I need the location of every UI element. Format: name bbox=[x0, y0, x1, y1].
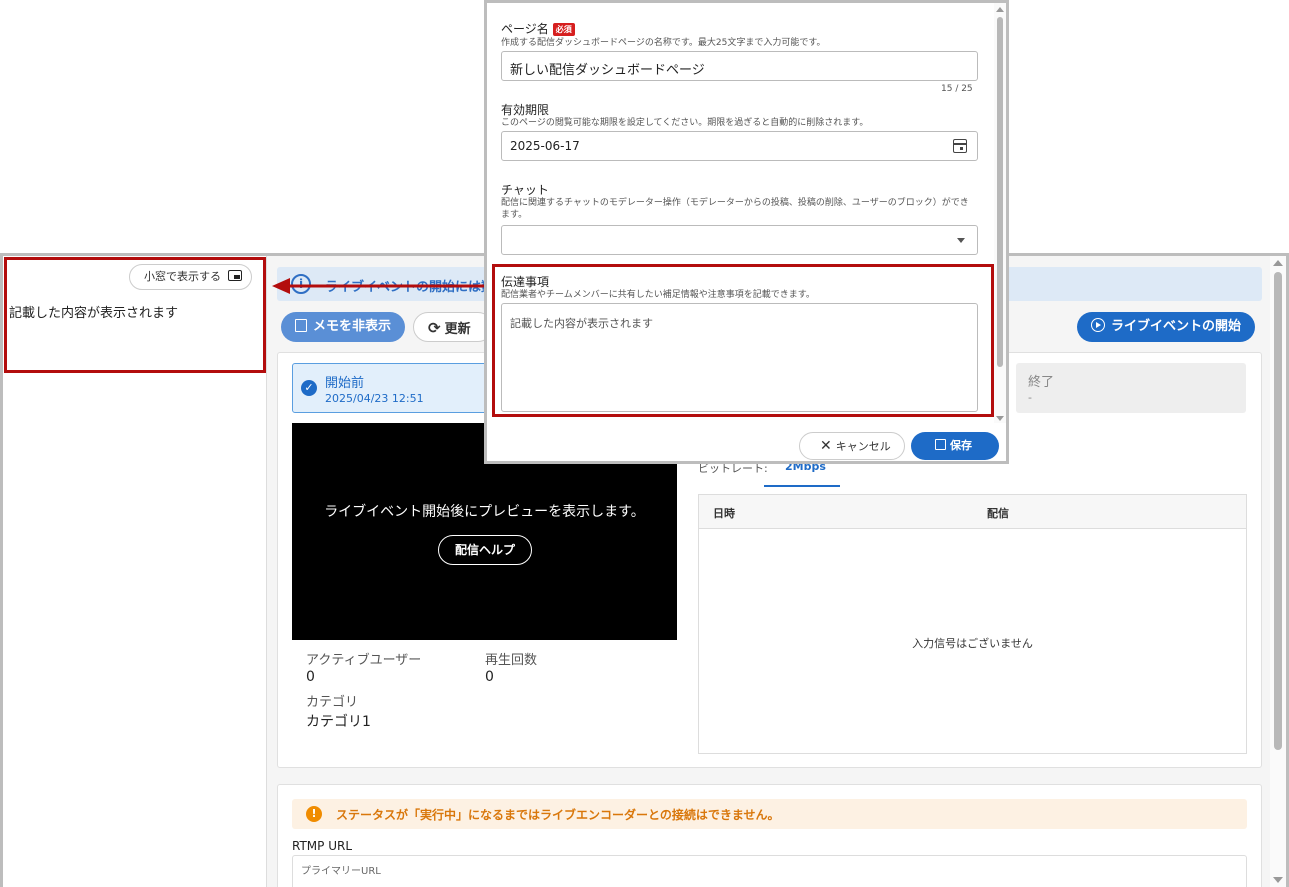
highlight-notes-field bbox=[492, 264, 994, 417]
check-circle-icon: ✓ bbox=[301, 380, 317, 396]
play-count-label: 再生回数 bbox=[485, 653, 538, 668]
signal-table: 日時 配信 入力信号はございません bbox=[698, 494, 1247, 754]
save-button[interactable]: 保存 bbox=[911, 432, 999, 460]
category-label: カテゴリ bbox=[306, 695, 359, 710]
step-title: 開始前 bbox=[325, 376, 365, 391]
page-name-value: 新しい配信ダッシュボードページ bbox=[510, 63, 705, 78]
info-icon: i bbox=[291, 274, 311, 294]
warning-icon: ! bbox=[306, 806, 322, 822]
table-header: 日時 配信 bbox=[699, 495, 1246, 529]
encoder-card: ! ステータスが「実行中」になるまではライブエンコーダーとの接続はできません。 … bbox=[277, 784, 1262, 887]
page-name-desc: 作成する配信ダッシュボードページの名称です。最大25文字まで入力可能です。 bbox=[501, 38, 826, 48]
start-live-button[interactable]: ライブイベントの開始 bbox=[1077, 312, 1255, 342]
close-icon: ✕ bbox=[820, 438, 832, 454]
refresh-button[interactable]: ⟳ 更新 bbox=[413, 312, 493, 342]
table-empty-text: 入力信号はございません bbox=[912, 637, 1033, 650]
expiry-label: 有効期限 bbox=[501, 103, 550, 117]
required-badge: 必須 bbox=[552, 23, 575, 36]
scroll-up-icon[interactable] bbox=[1273, 260, 1283, 266]
hide-memo-label: メモを非表示 bbox=[313, 319, 392, 334]
cancel-label: キャンセル bbox=[835, 440, 891, 453]
scroll-up-icon[interactable] bbox=[996, 7, 1004, 12]
active-users-label: アクティブユーザー bbox=[306, 653, 422, 668]
preview-message: ライブイベント開始後にプレビューを表示します。 bbox=[324, 504, 645, 520]
hide-memo-button[interactable]: メモを非表示 bbox=[281, 312, 405, 342]
highlight-popout-memo bbox=[4, 257, 266, 373]
memo-icon bbox=[295, 319, 307, 332]
col-stream: 配信 bbox=[987, 507, 1009, 520]
scroll-down-icon[interactable] bbox=[1273, 877, 1283, 883]
active-users-value: 0 bbox=[306, 669, 315, 685]
modal-scrollbar[interactable] bbox=[994, 3, 1006, 423]
floppy-disk-icon bbox=[935, 439, 946, 450]
rtmp-title: RTMP URL bbox=[292, 839, 353, 853]
rtmp-primary-label: プライマリーURL bbox=[301, 866, 381, 877]
chevron-down-icon bbox=[957, 238, 965, 243]
page-name-input[interactable]: 新しい配信ダッシュボードページ bbox=[501, 51, 978, 81]
step-date: - bbox=[1028, 391, 1032, 404]
warning-banner: ! ステータスが「実行中」になるまではライブエンコーダーとの接続はできません。 bbox=[292, 799, 1247, 829]
expiry-date-input[interactable]: 2025-06-17 bbox=[501, 131, 978, 161]
refresh-label: 更新 bbox=[444, 322, 471, 337]
col-datetime: 日時 bbox=[713, 507, 735, 520]
calendar-icon[interactable] bbox=[953, 139, 967, 153]
warning-text: ステータスが「実行中」になるまではライブエンコーダーとの接続はできません。 bbox=[336, 808, 780, 822]
expiry-desc: このページの閲覧可能な期限を設定してください。期限を過ぎると自動的に削除されます… bbox=[501, 118, 869, 128]
page-name-label: ページ名 必須 bbox=[501, 20, 575, 37]
step-title: 終了 bbox=[1028, 375, 1055, 390]
bitrate-tab-indicator bbox=[764, 485, 840, 487]
page-name-counter: 15 / 25 bbox=[941, 84, 973, 94]
step-ended: 終了 - bbox=[1016, 363, 1246, 413]
refresh-icon: ⟳ bbox=[428, 319, 441, 337]
play-circle-icon bbox=[1091, 318, 1105, 332]
save-label: 保存 bbox=[950, 439, 972, 452]
chat-desc: 配信に関連するチャットのモデレーター操作（モデレーターからの投稿、投稿の削除、ユ… bbox=[501, 198, 969, 220]
rtmp-primary-box: プライマリーURL bbox=[292, 855, 1247, 887]
step-before-start: ✓ 開始前 2025/04/23 12:51 bbox=[292, 363, 492, 413]
scrollbar-thumb[interactable] bbox=[997, 17, 1003, 367]
start-live-label: ライブイベントの開始 bbox=[1111, 319, 1242, 334]
step-date: 2025/04/23 12:51 bbox=[325, 392, 424, 405]
chat-select[interactable] bbox=[501, 225, 978, 255]
category-value: カテゴリ1 bbox=[306, 714, 371, 730]
chat-label: チャット bbox=[501, 183, 549, 197]
main-scrollbar[interactable] bbox=[1270, 256, 1286, 887]
play-count-value: 0 bbox=[485, 669, 494, 685]
cancel-button[interactable]: ✕ キャンセル bbox=[799, 432, 905, 460]
expiry-date-value: 2025-06-17 bbox=[510, 139, 580, 153]
scrollbar-thumb[interactable] bbox=[1274, 272, 1282, 750]
scroll-down-icon[interactable] bbox=[996, 416, 1004, 421]
stream-help-button[interactable]: 配信ヘルプ bbox=[438, 535, 532, 565]
info-banner-text: ライブイベントの開始には数 bbox=[325, 280, 495, 295]
